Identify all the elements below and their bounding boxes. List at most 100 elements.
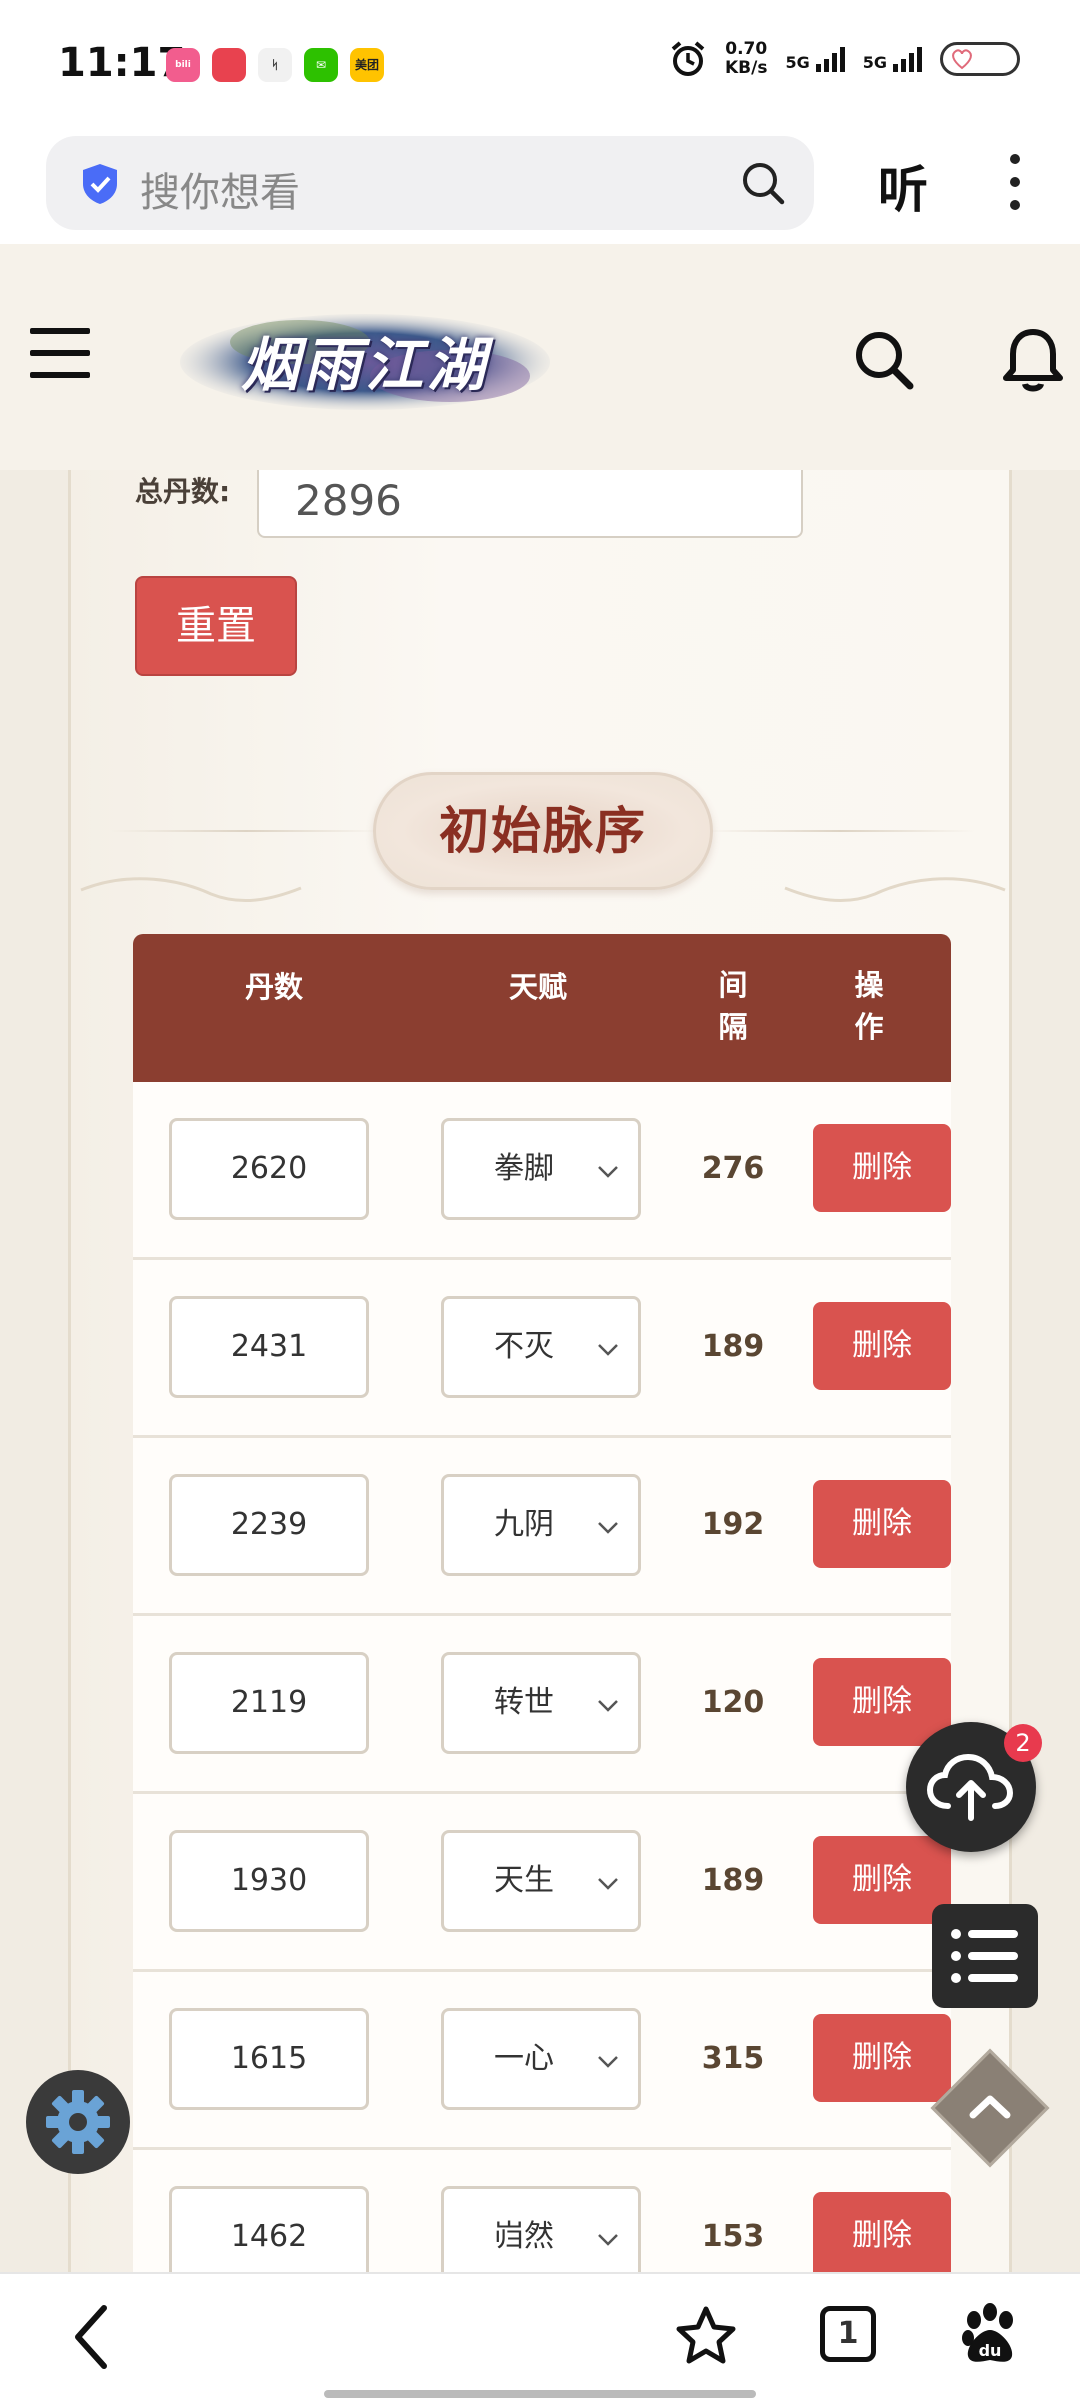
settings-button[interactable] xyxy=(26,2070,130,2174)
upload-badge: 2 xyxy=(1004,1724,1042,1762)
status-bar: 11:17 bili ᛋ ✉ 美团 0.70 KB/s 5G 5G xyxy=(0,0,1080,128)
wechat-icon: ✉ xyxy=(304,48,338,82)
total-dan-label: 总丹数: xyxy=(135,475,231,508)
dan-input[interactable]: 2431 xyxy=(169,1296,369,1398)
mono-app-icon: ᛋ xyxy=(258,48,292,82)
delete-button[interactable]: 删除 xyxy=(813,1302,951,1390)
baidu-paw-icon[interactable]: du xyxy=(960,2302,1020,2366)
search-placeholder: 搜你想看 xyxy=(140,170,300,216)
red-app-icon xyxy=(212,48,246,82)
talent-value: 拳脚 xyxy=(494,1151,554,1186)
gap-value: 276 xyxy=(701,1151,765,1186)
talent-value: 转世 xyxy=(494,1685,554,1720)
gap-value: 189 xyxy=(701,1863,765,1898)
table-row: 2239 九阴 192 删除 xyxy=(133,1438,951,1616)
delete-button[interactable]: 删除 xyxy=(813,1480,951,1568)
section-divider-right xyxy=(705,830,975,832)
talent-value: 天生 xyxy=(494,1863,554,1898)
dan-input[interactable]: 2620 xyxy=(169,1118,369,1220)
chevron-up-icon xyxy=(969,2095,1011,2119)
talent-select[interactable]: 天生 xyxy=(441,1830,641,1932)
battery-icon xyxy=(940,42,1020,76)
browser-toolbar: 搜你想看 听 xyxy=(0,128,1080,244)
table-row: 1930 天生 189 删除 xyxy=(133,1794,951,1972)
section-title: 初始脉序 xyxy=(373,772,713,890)
browser-bottom-bar: 1 du xyxy=(0,2272,1080,2400)
delete-button[interactable]: 删除 xyxy=(813,1124,951,1212)
svg-text:du: du xyxy=(979,2341,1002,2360)
reset-button[interactable]: 重置 xyxy=(135,576,297,676)
gap-value: 120 xyxy=(701,1685,765,1720)
gap-value: 153 xyxy=(701,2219,765,2254)
logo-text: 烟雨江湖 xyxy=(240,331,489,399)
cloud-upload-button[interactable]: 2 xyxy=(906,1722,1042,1852)
list-menu-button[interactable] xyxy=(932,1904,1038,2008)
alarm-icon xyxy=(671,41,705,76)
table-header: 丹数 天赋 间 隔 操 作 xyxy=(133,934,951,1082)
dan-input[interactable]: 2119 xyxy=(169,1652,369,1754)
signal-2-icon: 5G xyxy=(863,46,922,72)
chevron-down-icon xyxy=(598,1166,618,1178)
content-card: 总丹数: 2896 重置 初始脉序 丹数 天赋 间 隔 操 作 2620 拳脚 … xyxy=(68,470,1012,2272)
site-logo[interactable]: 烟雨江湖 xyxy=(180,306,550,414)
chevron-down-icon xyxy=(598,1522,618,1534)
table-row: 2431 不灭 189 删除 xyxy=(133,1260,951,1438)
talent-value: 不灭 xyxy=(494,1329,554,1364)
list-icon xyxy=(951,1929,1018,1983)
talent-select[interactable]: 转世 xyxy=(441,1652,641,1754)
delete-button[interactable]: 删除 xyxy=(813,2014,951,2102)
chevron-down-icon xyxy=(598,1878,618,1890)
bookmark-star-icon[interactable] xyxy=(674,2304,738,2368)
talent-value: 一心 xyxy=(494,2041,554,2076)
table-row: 1462 岿然 153 删除 xyxy=(133,2150,951,2272)
header-gap: 间 隔 xyxy=(718,968,748,1044)
meridian-table: 丹数 天赋 间 隔 操 作 2620 拳脚 276 删除 2431 不灭 189… xyxy=(133,934,951,2272)
chevron-down-icon xyxy=(598,1344,618,1356)
site-search-icon[interactable] xyxy=(852,328,916,392)
shield-icon xyxy=(83,164,117,204)
browser-search-bar[interactable]: 搜你想看 xyxy=(46,136,814,230)
gear-icon xyxy=(46,2090,110,2154)
talent-select[interactable]: 九阴 xyxy=(441,1474,641,1576)
table-row: 2620 拳脚 276 删除 xyxy=(133,1082,951,1260)
listen-button[interactable]: 听 xyxy=(878,150,928,222)
dan-input[interactable]: 1930 xyxy=(169,1830,369,1932)
bilibili-icon: bili xyxy=(166,48,200,82)
talent-select[interactable]: 不灭 xyxy=(441,1296,641,1398)
meituan-icon: 美团 xyxy=(350,48,384,82)
section-divider-left xyxy=(111,830,381,832)
header-dan: 丹数 xyxy=(244,970,303,1004)
dan-input[interactable]: 1462 xyxy=(169,2186,369,2272)
chevron-down-icon xyxy=(598,2056,618,2068)
search-icon[interactable] xyxy=(740,160,786,206)
dan-input[interactable]: 1615 xyxy=(169,2008,369,2110)
site-header: 烟雨江湖 xyxy=(0,244,1080,470)
gap-value: 189 xyxy=(701,1329,765,1364)
table-row: 1615 一心 315 删除 xyxy=(133,1972,951,2150)
gap-value: 192 xyxy=(701,1507,765,1542)
home-indicator xyxy=(324,2390,756,2398)
status-indicators: 0.70 KB/s 5G 5G xyxy=(669,40,1020,78)
table-row: 2119 转世 120 删除 xyxy=(133,1616,951,1794)
signal-1-icon: 5G xyxy=(785,46,845,72)
bell-icon[interactable] xyxy=(1000,326,1066,394)
notification-icons: bili ᛋ ✉ 美团 xyxy=(166,48,384,82)
talent-select[interactable]: 岿然 xyxy=(441,2186,641,2272)
header-operation: 操 作 xyxy=(854,968,884,1044)
tabs-button[interactable]: 1 xyxy=(820,2306,876,2362)
back-icon[interactable] xyxy=(68,2302,118,2372)
talent-value: 岿然 xyxy=(494,2219,554,2254)
gap-value: 315 xyxy=(701,2041,765,2076)
header-talent: 天赋 xyxy=(508,970,567,1004)
more-menu-icon[interactable] xyxy=(1000,154,1030,214)
talent-value: 九阴 xyxy=(494,1507,554,1542)
chevron-down-icon xyxy=(598,2234,618,2246)
talent-select[interactable]: 拳脚 xyxy=(441,1118,641,1220)
network-speed: 0.70 KB/s xyxy=(725,39,768,78)
hamburger-menu-icon[interactable] xyxy=(30,328,90,378)
talent-select[interactable]: 一心 xyxy=(441,2008,641,2110)
delete-button[interactable]: 删除 xyxy=(813,2192,951,2272)
dan-input[interactable]: 2239 xyxy=(169,1474,369,1576)
total-dan-input[interactable]: 2896 xyxy=(257,470,803,538)
chevron-down-icon xyxy=(598,1700,618,1712)
